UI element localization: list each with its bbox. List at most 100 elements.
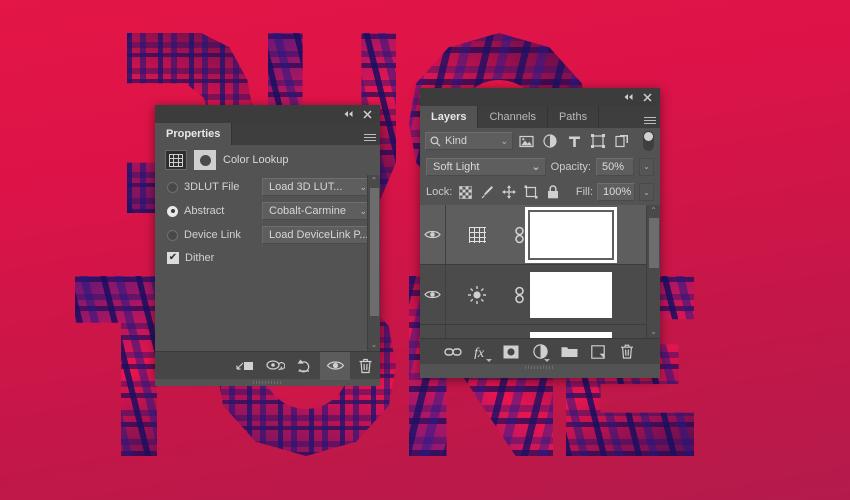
- layer-mask-white-thumb[interactable]: [530, 332, 612, 339]
- add-layer-mask-icon[interactable]: [501, 340, 521, 364]
- panel-menu-icon[interactable]: [640, 106, 660, 128]
- tabstrip-filler: [599, 106, 640, 128]
- radio-device-link[interactable]: [167, 230, 178, 241]
- scroll-down-icon[interactable]: ⌄: [650, 326, 657, 338]
- layer-mask-thumb-icon: [194, 150, 216, 170]
- shape-layer-filter-icon[interactable]: [587, 131, 609, 151]
- layer-mask-cell[interactable]: [530, 272, 660, 318]
- adjustment-title-bar: Color Lookup: [155, 145, 380, 175]
- layers-footer: fx: [420, 338, 660, 364]
- opacity-input[interactable]: 50%: [596, 158, 634, 176]
- close-icon[interactable]: [363, 110, 372, 119]
- properties-resize-grabber[interactable]: [155, 379, 380, 386]
- layer-mask-cell[interactable]: [530, 332, 660, 339]
- layers-panel-topbar: [420, 88, 660, 106]
- brightness-contrast-icon[interactable]: [446, 285, 508, 305]
- blend-mode-value: Soft Light: [433, 161, 479, 173]
- tab-properties-label: Properties: [166, 128, 220, 140]
- properties-scroll-thumb[interactable]: [370, 188, 379, 316]
- add-layer-style-fx-icon[interactable]: fx: [472, 340, 492, 364]
- eye-visibility-icon[interactable]: [420, 325, 446, 338]
- filter-kind-dropdown[interactable]: Kind ⌄: [425, 132, 513, 150]
- new-group-icon[interactable]: [559, 340, 579, 364]
- view-previous-state-icon[interactable]: [260, 352, 290, 380]
- close-icon[interactable]: [643, 93, 652, 102]
- tab-channels[interactable]: Channels: [478, 106, 547, 128]
- chevron-down-icon: ⌄: [359, 206, 367, 217]
- delete-layer-icon[interactable]: [617, 340, 637, 364]
- link-layers-icon[interactable]: [443, 340, 463, 364]
- label-abstract: Abstract: [184, 205, 256, 217]
- color-lookup-grid-icon[interactable]: [446, 227, 508, 243]
- smart-object-filter-icon[interactable]: [611, 131, 633, 151]
- fill-input[interactable]: 100%: [597, 183, 635, 201]
- table-row[interactable]: [420, 325, 660, 338]
- search-icon: [430, 136, 441, 147]
- select-abstract-preset[interactable]: Cobalt-Carmine ⌄: [262, 202, 372, 220]
- photoshop-canvas-artwork: Properties Color Lookup 3DLUT File Load …: [0, 0, 850, 500]
- link-mask-icon[interactable]: [508, 286, 530, 304]
- layer-mask-cell[interactable]: [530, 212, 660, 258]
- tab-properties[interactable]: Properties: [155, 123, 232, 145]
- layers-tabstrip: Layers Channels Paths: [420, 106, 660, 128]
- dither-row: ✔ Dither: [155, 247, 380, 269]
- dither-label: Dither: [185, 252, 214, 264]
- reset-adjustment-icon[interactable]: [290, 352, 320, 380]
- layer-mask-white-thumb[interactable]: [530, 272, 612, 318]
- radio-3dlut-file[interactable]: [167, 182, 178, 193]
- panel-menu-icon[interactable]: [360, 123, 380, 145]
- adjustment-layer-filter-icon[interactable]: [539, 131, 561, 151]
- color-lookup-grid-icon: [165, 150, 187, 170]
- properties-tabstrip: Properties: [155, 123, 380, 145]
- collapse-double-arrow-icon[interactable]: [623, 93, 634, 101]
- properties-body: 3DLUT File Load 3D LUT... ⌄ Abstract Cob…: [155, 175, 380, 351]
- select-device-link[interactable]: Load DeviceLink P... ⌄: [262, 226, 372, 244]
- select-device-link-value: Load DeviceLink P...: [269, 229, 368, 241]
- toggle-layer-visibility-icon[interactable]: [320, 352, 350, 380]
- new-fill-adjustment-layer-icon[interactable]: [530, 340, 550, 364]
- scroll-up-icon[interactable]: ⌃: [650, 205, 657, 217]
- blend-mode-row: Soft Light ⌄ Opacity: 50% ⌄: [420, 154, 660, 179]
- opacity-label: Opacity:: [551, 161, 591, 173]
- scroll-down-icon[interactable]: ⌄: [371, 339, 378, 351]
- fill-slider-chevron-icon[interactable]: ⌄: [639, 183, 654, 201]
- layers-resize-grabber[interactable]: [420, 364, 660, 371]
- filter-kind-label: Kind: [445, 135, 467, 147]
- layer-mask-white-thumb[interactable]: [530, 212, 612, 258]
- select-3dlut-file[interactable]: Load 3D LUT... ⌄: [262, 178, 372, 196]
- prevent-artboard-nesting-icon[interactable]: [522, 183, 540, 201]
- table-row[interactable]: [420, 205, 660, 265]
- opacity-slider-chevron-icon[interactable]: ⌄: [639, 158, 654, 176]
- properties-panel-topbar: [155, 105, 380, 123]
- scroll-up-icon[interactable]: ⌃: [371, 175, 378, 187]
- tab-paths-label: Paths: [559, 111, 587, 123]
- option-row-3dlut: 3DLUT File Load 3D LUT... ⌄: [155, 175, 380, 199]
- filter-enable-toggle[interactable]: [643, 131, 654, 151]
- tab-paths[interactable]: Paths: [548, 106, 599, 128]
- blend-mode-dropdown[interactable]: Soft Light ⌄: [426, 158, 546, 176]
- collapse-double-arrow-icon[interactable]: [343, 110, 354, 118]
- lock-transparent-pixels-icon[interactable]: [456, 183, 474, 201]
- chevron-down-icon: ⌄: [500, 136, 508, 147]
- eye-visibility-icon[interactable]: [420, 265, 446, 324]
- new-layer-icon[interactable]: [588, 340, 608, 364]
- delete-adjustment-layer-icon[interactable]: [350, 352, 380, 380]
- lock-all-icon[interactable]: [544, 183, 562, 201]
- pixel-layer-filter-icon[interactable]: [515, 131, 537, 151]
- lock-position-icon[interactable]: [500, 183, 518, 201]
- tab-layers[interactable]: Layers: [420, 106, 478, 128]
- layers-scroll-thumb[interactable]: [649, 218, 659, 268]
- radio-abstract[interactable]: [167, 206, 178, 217]
- layers-scrollbar[interactable]: ⌃ ⌄: [646, 205, 660, 338]
- table-row[interactable]: [420, 265, 660, 325]
- type-layer-filter-icon[interactable]: [563, 131, 585, 151]
- lock-image-pixels-icon[interactable]: [478, 183, 496, 201]
- eye-visibility-icon[interactable]: [420, 205, 446, 264]
- select-abstract-value: Cobalt-Carmine: [269, 205, 346, 217]
- link-mask-icon[interactable]: [508, 226, 530, 244]
- adjustment-title-label: Color Lookup: [223, 154, 288, 166]
- chevron-down-icon: ⌄: [531, 160, 540, 173]
- dither-checkbox[interactable]: ✔: [167, 252, 179, 264]
- clip-to-layer-icon[interactable]: [230, 352, 260, 380]
- properties-scrollbar[interactable]: ⌃ ⌄: [367, 175, 380, 351]
